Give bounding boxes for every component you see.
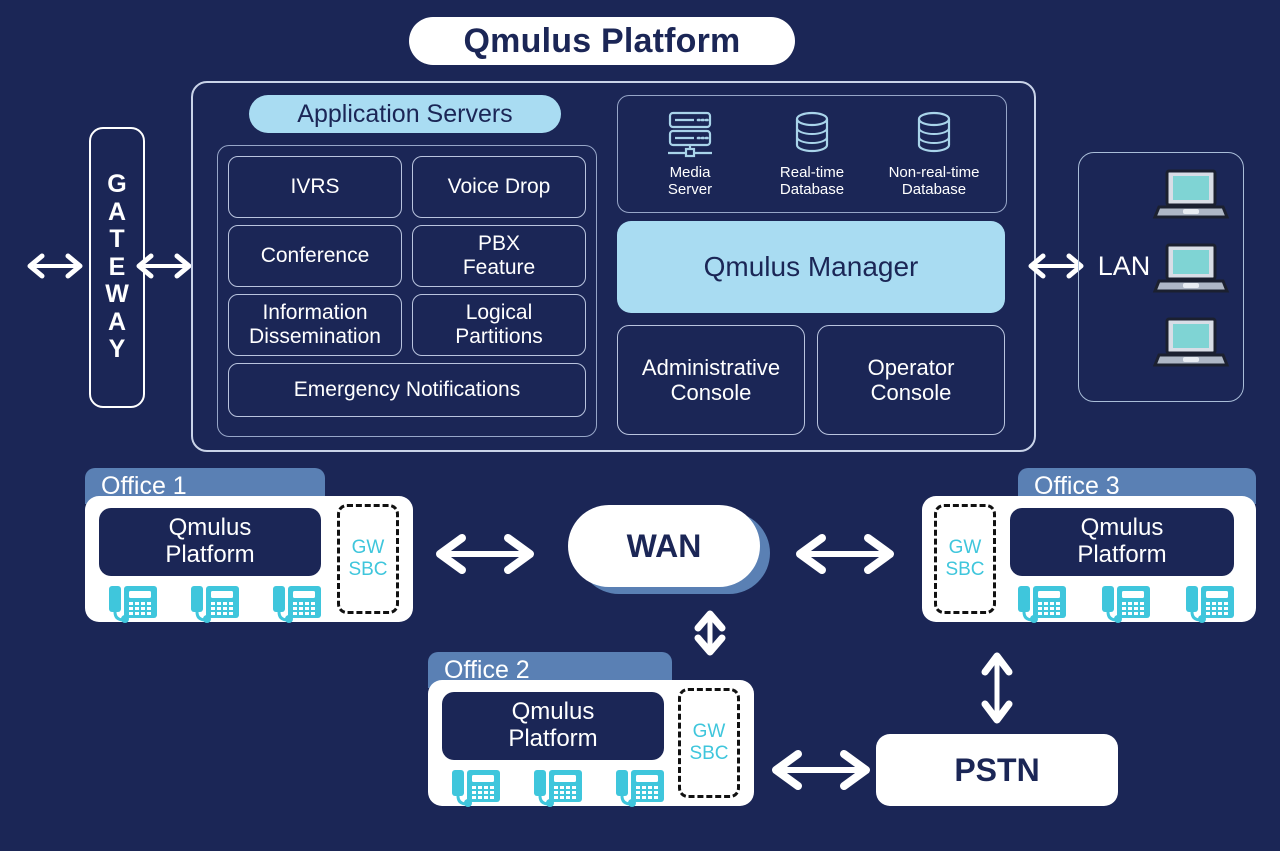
office-1-group: Office 1 Qmulus Platform GW SBC — [85, 468, 413, 628]
infrastructure-icons-frame: Media Server Real-time Database Non-real… — [617, 95, 1007, 213]
app-cell-label: PBX Feature — [462, 232, 536, 279]
infra-item-label: Non-real-time Database — [888, 164, 980, 199]
office-3-group: Office 3 Qmulus Platform GW SBC — [922, 468, 1256, 628]
phone-icon — [532, 766, 584, 808]
office-2-gw-sbc[interactable]: GW SBC — [678, 688, 740, 798]
wan-label: WAN — [626, 527, 702, 564]
office-3-gw-sbc[interactable]: GW SBC — [934, 504, 996, 614]
phone-icon — [271, 582, 323, 624]
office-3-body: Qmulus Platform GW SBC — [922, 496, 1256, 624]
app-cell-logical-partitions[interactable]: Logical Partitions — [412, 294, 586, 356]
application-servers-grid: IVRS Voice Drop Conference PBX Feature I… — [228, 156, 586, 426]
phone-icon — [1016, 582, 1068, 624]
qmulus-manager-label: Qmulus Manager — [703, 251, 919, 282]
phone-icon — [1100, 582, 1152, 624]
wan-node[interactable]: WAN — [568, 505, 760, 587]
infra-item-nonrealtime-database[interactable]: Non-real-time Database — [868, 106, 1000, 199]
arrow-office1-to-wan — [430, 534, 540, 574]
laptop-icon — [1152, 241, 1230, 299]
app-cell-label: Logical Partitions — [455, 301, 543, 348]
infra-item-label: Media Server — [667, 164, 713, 199]
phone-icon — [189, 582, 241, 624]
office-2-body: Qmulus Platform GW SBC — [428, 680, 754, 808]
laptop-icon — [1152, 167, 1230, 225]
office-2-gw-sbc-label: GW SBC — [689, 721, 729, 764]
phone-icon — [107, 582, 159, 624]
arrow-office3-to-pstn — [977, 648, 1017, 728]
office-1-gw-sbc-label: GW SBC — [348, 537, 388, 580]
gateway-label: G A T E W A Y — [105, 170, 129, 364]
office-3-gw-sbc-label: GW SBC — [945, 537, 985, 580]
app-cell-ivrs[interactable]: IVRS — [228, 156, 402, 218]
app-cell-information-dissemination[interactable]: Information Dissemination — [228, 294, 402, 356]
app-cell-conference[interactable]: Conference — [228, 225, 402, 287]
app-cell-pbx-feature[interactable]: PBX Feature — [412, 225, 586, 287]
office-2-group: Office 2 Qmulus Platform GW SBC — [428, 652, 754, 812]
media-server-icon — [630, 106, 750, 162]
app-cell-emergency-notifications[interactable]: Emergency Notifications — [228, 363, 586, 417]
office-1-platform-label: Qmulus Platform — [165, 514, 255, 568]
lan-label: LAN — [1097, 250, 1151, 281]
arrow-wan-to-office3 — [790, 534, 900, 574]
pstn-label: PSTN — [954, 751, 1040, 788]
application-servers-badge-label: Application Servers — [297, 99, 513, 128]
lan-label-wrap: LAN — [1089, 248, 1159, 284]
operator-console-label: Operator Console — [867, 354, 955, 405]
office-1-body: Qmulus Platform GW SBC — [85, 496, 413, 624]
office-1-gw-sbc[interactable]: GW SBC — [337, 504, 399, 614]
administrative-console-node[interactable]: Administrative Console — [617, 325, 805, 435]
office-3-qmulus-platform[interactable]: Qmulus Platform — [1010, 508, 1234, 576]
office-3-platform-label: Qmulus Platform — [1077, 514, 1167, 568]
arrow-external-to-gateway — [24, 252, 86, 280]
pstn-node[interactable]: PSTN — [876, 734, 1118, 806]
app-cell-label: Emergency Notifications — [293, 378, 521, 402]
infra-item-realtime-database[interactable]: Real-time Database — [752, 106, 872, 199]
app-cell-voice-drop[interactable]: Voice Drop — [412, 156, 586, 218]
app-cell-label: IVRS — [290, 175, 340, 199]
arrow-gateway-to-platform — [133, 252, 195, 280]
page-title: Qmulus Platform — [409, 17, 795, 65]
office-2-platform-label: Qmulus Platform — [508, 698, 598, 752]
phone-icon — [450, 766, 502, 808]
office-1-qmulus-platform[interactable]: Qmulus Platform — [99, 508, 321, 576]
phone-icon — [1184, 582, 1236, 624]
app-cell-label: Conference — [260, 244, 370, 268]
application-servers-badge: Application Servers — [249, 95, 561, 133]
arrow-office2-to-pstn — [766, 750, 876, 790]
phone-icon — [614, 766, 666, 808]
database-icon — [868, 106, 1000, 162]
database-icon — [752, 106, 872, 162]
core-services-section: Media Server Real-time Database Non-real… — [617, 95, 1017, 435]
application-servers-grid-frame: IVRS Voice Drop Conference PBX Feature I… — [217, 145, 597, 437]
operator-console-node[interactable]: Operator Console — [817, 325, 1005, 435]
qmulus-platform-container: Application Servers IVRS Voice Drop Conf… — [191, 81, 1036, 452]
app-cell-label: Voice Drop — [447, 175, 551, 199]
page-title-text: Qmulus Platform — [463, 21, 741, 60]
infra-item-label: Real-time Database — [779, 164, 845, 199]
qmulus-manager-node[interactable]: Qmulus Manager — [617, 221, 1005, 313]
diagram-canvas: Qmulus Platform G A T E W A Y Applicatio… — [0, 0, 1280, 851]
application-servers-section: Application Servers IVRS Voice Drop Conf… — [205, 95, 603, 437]
app-cell-label: Information Dissemination — [249, 301, 381, 348]
office-2-qmulus-platform[interactable]: Qmulus Platform — [442, 692, 664, 760]
administrative-console-label: Administrative Console — [641, 354, 781, 405]
laptop-icon — [1152, 315, 1230, 373]
infra-item-media-server[interactable]: Media Server — [630, 106, 750, 199]
